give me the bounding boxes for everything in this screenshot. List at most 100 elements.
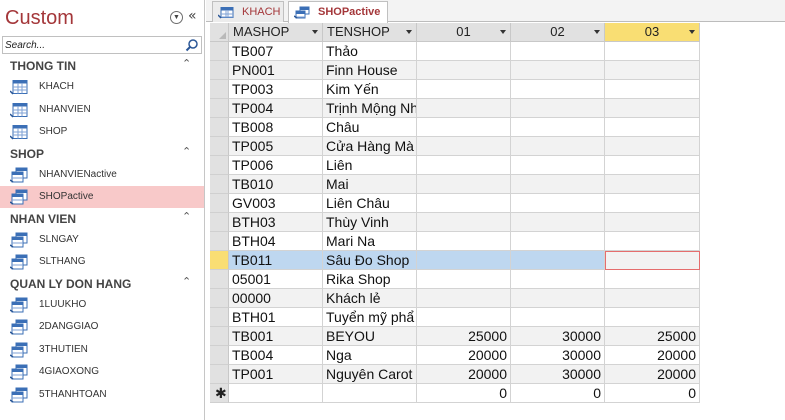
cell-tenshop[interactable]: Nguyên Carot: [323, 365, 417, 384]
table-row[interactable]: BTH01 Tuyển mỹ phẩ: [210, 308, 700, 327]
cell-01[interactable]: [417, 156, 511, 175]
cell-tenshop[interactable]: Tuyển mỹ phẩ: [323, 308, 417, 327]
cell-02[interactable]: 30000: [511, 346, 605, 365]
cell-mashop[interactable]: BTH01: [229, 308, 323, 327]
cell-tenshop[interactable]: Cửa Hàng Mà: [323, 137, 417, 156]
search-icon[interactable]: [185, 38, 199, 52]
cell-02[interactable]: [511, 270, 605, 289]
table-row[interactable]: TP001 Nguyên Carot 20000 30000 20000: [210, 365, 700, 384]
nav-item-khach[interactable]: KHACH: [0, 76, 204, 98]
cell-02[interactable]: [511, 289, 605, 308]
nav-item-nhanvienactive[interactable]: NHANVIENactive: [0, 164, 204, 186]
cell-03[interactable]: [605, 137, 700, 156]
table-row[interactable]: GV003 Liên Châu: [210, 194, 700, 213]
column-header-tenshop[interactable]: TENSHOP: [323, 23, 417, 42]
cell-mashop[interactable]: TB011: [229, 251, 323, 270]
cell-tenshop[interactable]: Nga: [323, 346, 417, 365]
table-row[interactable]: TB008 Châu: [210, 118, 700, 137]
record-selector[interactable]: [210, 194, 229, 213]
table-row[interactable]: TP003 Kim Yến: [210, 80, 700, 99]
nav-item-4giaoxong[interactable]: 4GIAOXONG: [0, 361, 204, 383]
cell-01[interactable]: [417, 213, 511, 232]
new-cell-01[interactable]: 0: [417, 384, 511, 403]
cell-mashop[interactable]: TB010: [229, 175, 323, 194]
nav-item-shopactive[interactable]: SHOPactive: [0, 186, 204, 208]
column-header-03[interactable]: 03: [605, 23, 700, 42]
record-selector[interactable]: [210, 42, 229, 61]
record-selector[interactable]: [210, 61, 229, 80]
column-filter-arrow-icon[interactable]: [500, 30, 506, 34]
cell-01[interactable]: [417, 251, 511, 270]
nav-item-1luukho[interactable]: 1LUUKHO: [0, 294, 204, 316]
cell-01[interactable]: [417, 137, 511, 156]
record-selector[interactable]: [210, 327, 229, 346]
cell-mashop[interactable]: TP003: [229, 80, 323, 99]
record-selector[interactable]: [210, 118, 229, 137]
cell-tenshop[interactable]: BEYOU: [323, 327, 417, 346]
cell-mashop[interactable]: TP005: [229, 137, 323, 156]
cell-01[interactable]: [417, 175, 511, 194]
cell-tenshop[interactable]: Sâu Đo Shop: [323, 251, 417, 270]
nav-item-3thutien[interactable]: 3THUTIEN: [0, 339, 204, 361]
new-cell-tenshop[interactable]: [323, 384, 417, 403]
cell-01[interactable]: [417, 194, 511, 213]
record-selector[interactable]: [210, 308, 229, 327]
record-selector[interactable]: [210, 346, 229, 365]
tab-khach[interactable]: KHACH: [212, 1, 284, 22]
record-selector[interactable]: [210, 213, 229, 232]
nav-group-header[interactable]: THONG TIN ⌃: [0, 56, 205, 76]
cell-01[interactable]: 20000: [417, 346, 511, 365]
cell-03[interactable]: [605, 118, 700, 137]
cell-tenshop[interactable]: Kim Yến: [323, 80, 417, 99]
table-row[interactable]: TB011 Sâu Đo Shop: [210, 251, 700, 270]
nav-item-nhanvien[interactable]: NHANVIEN: [0, 99, 204, 121]
record-selector[interactable]: [210, 80, 229, 99]
cell-01[interactable]: [417, 80, 511, 99]
cell-02[interactable]: [511, 137, 605, 156]
cell-02[interactable]: [511, 61, 605, 80]
nav-item-slthang[interactable]: SLTHANG: [0, 251, 204, 273]
column-filter-arrow-icon[interactable]: [406, 30, 412, 34]
cell-mashop[interactable]: TP001: [229, 365, 323, 384]
cell-02[interactable]: [511, 42, 605, 61]
cell-01[interactable]: [417, 61, 511, 80]
cell-02[interactable]: [511, 232, 605, 251]
collapse-group-chevron-icon[interactable]: ⌃: [182, 275, 191, 288]
record-selector[interactable]: [210, 175, 229, 194]
table-row[interactable]: TP006 Liên: [210, 156, 700, 175]
record-selector[interactable]: [210, 251, 229, 270]
cell-tenshop[interactable]: Châu: [323, 118, 417, 137]
record-selector[interactable]: [210, 365, 229, 384]
column-filter-arrow-icon[interactable]: [312, 30, 318, 34]
cell-03[interactable]: 25000: [605, 327, 700, 346]
cell-tenshop[interactable]: Khách lẻ: [323, 289, 417, 308]
cell-tenshop[interactable]: Liên Châu: [323, 194, 417, 213]
column-header-mashop[interactable]: MASHOP: [229, 23, 323, 42]
table-row[interactable]: TB001 BEYOU 25000 30000 25000: [210, 327, 700, 346]
cell-03[interactable]: [605, 270, 700, 289]
cell-tenshop[interactable]: Liên: [323, 156, 417, 175]
cell-01[interactable]: 20000: [417, 365, 511, 384]
record-selector[interactable]: [210, 289, 229, 308]
select-all-corner[interactable]: [210, 23, 229, 42]
cell-tenshop[interactable]: Thùy Vinh: [323, 213, 417, 232]
new-cell-mashop[interactable]: [229, 384, 323, 403]
cell-01[interactable]: [417, 99, 511, 118]
cell-02[interactable]: [511, 99, 605, 118]
collapse-pane-icon[interactable]: «: [188, 8, 197, 24]
nav-item-slngay[interactable]: SLNGAY: [0, 229, 204, 251]
cell-mashop[interactable]: TB004: [229, 346, 323, 365]
table-row[interactable]: 05001 Rika Shop: [210, 270, 700, 289]
cell-03[interactable]: [605, 251, 700, 270]
column-header-02[interactable]: 02: [511, 23, 605, 42]
cell-01[interactable]: [417, 232, 511, 251]
cell-mashop[interactable]: 05001: [229, 270, 323, 289]
cell-tenshop[interactable]: Finn House: [323, 61, 417, 80]
collapse-group-chevron-icon[interactable]: ⌃: [182, 145, 191, 158]
cell-01[interactable]: [417, 289, 511, 308]
cell-03[interactable]: 20000: [605, 365, 700, 384]
cell-01[interactable]: [417, 118, 511, 137]
record-selector[interactable]: [210, 99, 229, 118]
collapse-group-chevron-icon[interactable]: ⌃: [182, 57, 191, 70]
cell-03[interactable]: [605, 156, 700, 175]
